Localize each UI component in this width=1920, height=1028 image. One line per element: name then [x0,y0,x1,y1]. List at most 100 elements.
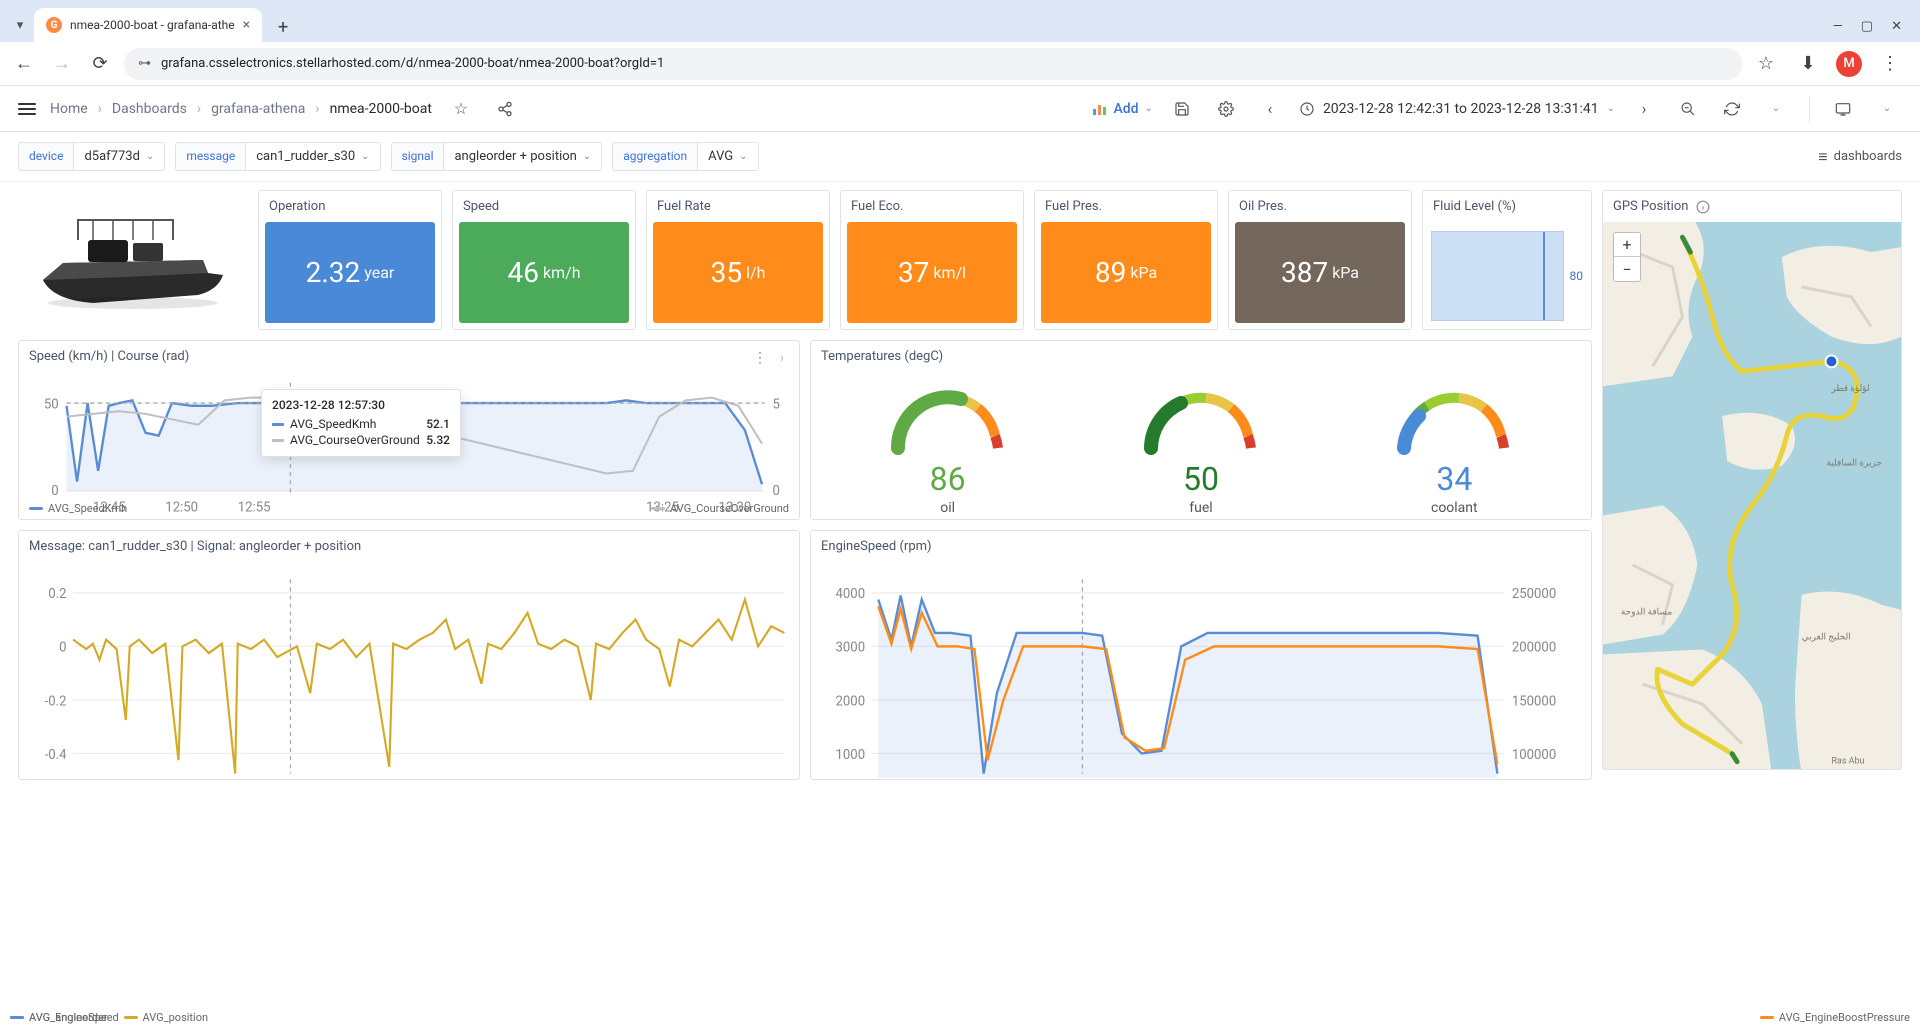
var-device-select[interactable]: d5af773d⌄ [73,142,165,171]
map-zoom-controls: + − [1613,232,1641,282]
var-signal-label: signal [391,142,444,171]
svg-text:0: 0 [773,484,780,499]
panel-engine-speed[interactable]: EngineSpeed (rpm) 4000 3000 2000 1000 25… [810,530,1592,780]
engine-chart: 4000 3000 2000 1000 250000 200000 150000… [819,566,1583,780]
panel-menu-icon[interactable]: ⋮ [749,347,771,369]
close-tab-icon[interactable]: × [243,17,250,33]
svg-text:50: 50 [44,397,59,412]
svg-text:جزيرة السافلية: جزيرة السافلية [1827,459,1882,469]
time-next-icon[interactable]: › [1629,94,1659,124]
close-window-icon[interactable]: ✕ [1891,19,1902,34]
var-message-select[interactable]: can1_rudder_s30⌄ [245,142,380,171]
hamburger-menu-icon[interactable] [18,103,36,115]
grafana-favicon-icon: G [46,17,62,33]
time-range-picker[interactable]: 2023-12-28 12:42:31 to 2023-12-28 13:31:… [1299,101,1615,117]
browser-tab[interactable]: G nmea-2000-boat - grafana-athe × [34,8,262,42]
profile-avatar[interactable]: M [1836,51,1862,77]
stat-speed[interactable]: Speed 46km/h [452,190,636,330]
stat-fluid-level[interactable]: Fluid Level (%) 80 [1422,190,1592,330]
url-text: grafana.csselectronics.stellarhosted.com… [161,56,664,71]
bookmark-star-icon[interactable]: ☆ [1752,50,1780,78]
template-variables: device d5af773d⌄ message can1_rudder_s30… [0,132,1920,182]
svg-text:2000: 2000 [836,694,866,709]
favorite-star-icon[interactable]: ☆ [446,94,476,124]
dashboard-grid: Operation 2.32year Speed 46km/h Fuel Rat… [0,182,1920,798]
browser-toolbar: ← → ⟳ ⊶ grafana.csselectronics.stellarho… [0,42,1920,86]
kiosk-mode-icon[interactable] [1828,94,1858,124]
svg-text:5: 5 [773,397,780,412]
breadcrumb-current: nmea-2000-boat [330,101,432,117]
tab-title: nmea-2000-boat - grafana-athe [70,18,235,32]
reload-button[interactable]: ⟳ [86,50,114,78]
svg-text:-0.2: -0.2 [45,694,67,709]
panel-speed-course[interactable]: Speed (km/h) | Course (rad) ⋮› 50 0 5 0 … [18,340,800,520]
stat-fuel-eco[interactable]: Fuel Eco. 37km/l [840,190,1024,330]
var-message-label: message [175,142,245,171]
save-icon[interactable] [1167,94,1197,124]
minimize-icon[interactable]: — [1833,19,1843,34]
speed-chart-legend: AVG_SpeedKmh AVG_CourseOverGround [29,502,789,515]
panel-view-icon[interactable]: › [771,347,793,369]
dashboards-link[interactable]: dashboards [1818,147,1902,167]
maximize-icon[interactable]: ▢ [1861,19,1873,34]
map-zoom-out[interactable]: − [1614,257,1640,281]
gps-map[interactable]: + − [1603,222,1901,769]
rudder-chart: 0.2 0 -0.2 -0.4 12:45 12:50 12:55 13:00 … [27,566,791,780]
breadcrumb-home[interactable]: Home [50,101,88,117]
map-zoom-in[interactable]: + [1614,233,1640,257]
address-bar[interactable]: ⊶ grafana.csselectronics.stellarhosted.c… [124,48,1742,80]
svg-text:0.2: 0.2 [48,587,66,602]
add-panel-button[interactable]: Add ⌄ [1093,101,1152,117]
settings-gear-icon[interactable] [1211,94,1241,124]
zoom-out-icon[interactable] [1673,94,1703,124]
svg-text:100000: 100000 [1512,748,1556,763]
share-icon[interactable] [490,94,520,124]
svg-text:150000: 150000 [1512,694,1556,709]
grafana-header: Home› Dashboards› grafana-athena› nmea-2… [0,86,1920,132]
refresh-interval-dropdown[interactable]: ⌄ [1761,94,1791,124]
gauge-oil: 86 oil [883,378,1013,516]
gauge-coolant: 34 coolant [1389,378,1519,516]
forward-button[interactable]: → [48,50,76,78]
browser-menu-icon[interactable]: ⋮ [1876,50,1904,78]
new-tab-button[interactable]: + [268,12,298,42]
svg-text:3000: 3000 [836,641,866,656]
fluid-level-bar [1431,231,1564,321]
stat-operation[interactable]: Operation 2.32year [258,190,442,330]
tab-search-icon[interactable]: ▾ [6,8,34,42]
stat-fuel-pres[interactable]: Fuel Pres. 89kPa [1034,190,1218,330]
svg-text:الخليج الغربي: الخليج الغربي [1802,633,1851,643]
var-device-label: device [18,142,73,171]
svg-text:Ras Abu: Ras Abu [1831,757,1864,767]
breadcrumb-folder[interactable]: grafana-athena [211,101,305,117]
svg-text:0: 0 [51,484,58,499]
panel-rudder[interactable]: Message: can1_rudder_s30 | Signal: angle… [18,530,800,780]
refresh-icon[interactable] [1717,94,1747,124]
back-button[interactable]: ← [10,50,38,78]
stat-oil-pres[interactable]: Oil Pres. 387kPa [1228,190,1412,330]
var-signal-select[interactable]: angleorder + position⌄ [443,142,602,171]
panel-icon [1093,103,1107,115]
stat-fuel-rate[interactable]: Fuel Rate 35l/h [646,190,830,330]
info-icon[interactable] [1696,200,1710,214]
downloads-icon[interactable]: ⬇ [1794,50,1822,78]
svg-text:0: 0 [59,641,66,656]
site-info-icon[interactable]: ⊶ [138,56,151,71]
svg-text:4000: 4000 [836,587,866,602]
panel-gps-position[interactable]: GPS Position + − [1602,190,1902,770]
breadcrumb-dashboards[interactable]: Dashboards [112,101,187,117]
svg-text:250000: 250000 [1512,587,1556,602]
time-prev-icon[interactable]: ‹ [1255,94,1285,124]
chart-tooltip: 2023-12-28 12:57:30 AVG_SpeedKmh52.1 AVG… [261,389,461,457]
gauge-fuel: 50 fuel [1136,378,1266,516]
kiosk-dropdown[interactable]: ⌄ [1872,94,1902,124]
window-controls: — ▢ ✕ [1833,19,1914,42]
svg-text:200000: 200000 [1512,641,1556,656]
breadcrumb: Home› Dashboards› grafana-athena› nmea-2… [50,101,432,117]
clock-icon [1299,101,1315,117]
browser-tab-strip: ▾ G nmea-2000-boat - grafana-athe × + — … [0,0,1920,42]
var-aggregation-select[interactable]: AVG⌄ [697,142,758,171]
svg-text:مسافة الدوحة: مسافة الدوحة [1621,608,1673,618]
panel-temperatures[interactable]: Temperatures (degC) 86 oil 50 fuel 34 [810,340,1592,520]
boat-image [18,190,248,330]
